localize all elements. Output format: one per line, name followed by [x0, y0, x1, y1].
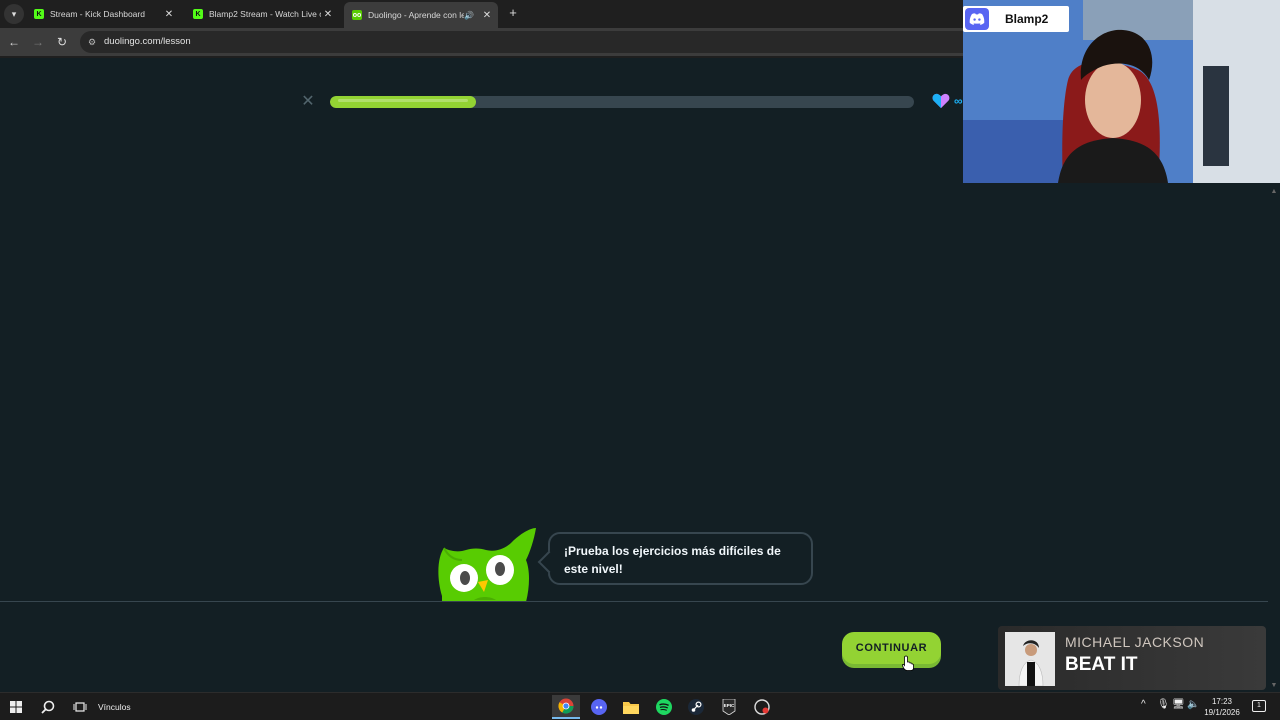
- discord-icon[interactable]: [585, 695, 613, 719]
- spotify-icon[interactable]: [650, 695, 678, 719]
- scroll-down-icon[interactable]: ▼: [1270, 682, 1278, 690]
- chevron-up-icon[interactable]: ^: [1141, 699, 1146, 710]
- heart-icon: [932, 93, 950, 109]
- hand-cursor-icon: [902, 655, 914, 671]
- progress-fill: [330, 96, 476, 108]
- new-tab-button[interactable]: +: [505, 5, 521, 21]
- reload-icon[interactable]: ↻: [54, 34, 70, 50]
- close-icon[interactable]: ✕: [162, 9, 176, 20]
- chrome-icon[interactable]: [552, 695, 580, 719]
- svg-text:EPIC: EPIC: [724, 703, 735, 708]
- lesson-progress-bar: [330, 96, 914, 108]
- duo-owl-icon: [438, 528, 536, 602]
- microphone-icon[interactable]: 🎙: [1157, 699, 1170, 710]
- duolingo-icon: oo: [352, 10, 362, 20]
- kick-icon: K: [193, 9, 203, 19]
- track-title: BEAT IT: [1065, 654, 1138, 675]
- taskbar: Vínculos EPIC ^ 🎙 🖥 🔈 17:23 19/1/2026 1: [0, 692, 1280, 720]
- tab-duolingo[interactable]: oo Duolingo - Aprende con lecciones 🔊 ✕: [344, 2, 498, 28]
- album-art: [1005, 632, 1055, 686]
- kick-icon: K: [34, 9, 44, 19]
- track-artist: MICHAEL JACKSON: [1065, 634, 1205, 650]
- tab-search-icon[interactable]: ▾: [4, 4, 24, 24]
- back-arrow-icon[interactable]: ←: [6, 34, 22, 50]
- epic-games-icon[interactable]: EPIC: [715, 695, 743, 719]
- tab-kick-dashboard[interactable]: K Stream - Kick Dashboard ✕: [26, 2, 180, 26]
- clock-time: 17:23: [1211, 697, 1233, 706]
- task-view-icon[interactable]: [69, 697, 91, 717]
- url-text: duolingo.com/lesson: [104, 36, 191, 47]
- steam-icon[interactable]: [682, 695, 710, 719]
- tab-title: Duolingo - Aprende con lecciones: [368, 10, 465, 20]
- continue-button[interactable]: CONTINUAR: [842, 632, 941, 664]
- tab-title: Stream - Kick Dashboard: [50, 9, 145, 19]
- address-bar[interactable]: ⚙ duolingo.com/lesson: [80, 31, 980, 53]
- clock-date: 19/1/2026: [1204, 708, 1240, 717]
- file-explorer-icon[interactable]: [617, 695, 645, 719]
- scroll-up-icon[interactable]: ▲: [1270, 188, 1278, 196]
- tab-title: Blamp2 Stream - Watch Live on: [209, 9, 321, 19]
- discord-icon: [965, 8, 989, 30]
- close-icon[interactable]: ✕: [321, 9, 335, 20]
- windows-start-icon[interactable]: [5, 697, 27, 717]
- site-info-icon[interactable]: ⚙: [88, 36, 100, 48]
- app-icon[interactable]: [748, 695, 776, 719]
- owl-message: ¡Prueba los ejercicios más difíciles de …: [564, 544, 781, 576]
- network-icon[interactable]: 🖥: [1172, 699, 1185, 710]
- close-icon[interactable]: ✕: [480, 10, 494, 21]
- discord-badge: Blamp2: [963, 6, 1069, 32]
- now-playing-widget: MICHAEL JACKSON BEAT IT: [998, 626, 1266, 690]
- search-icon[interactable]: [37, 697, 59, 717]
- close-lesson-icon[interactable]: ✕: [300, 94, 316, 110]
- speaker-icon[interactable]: 🔊: [464, 11, 474, 20]
- footer-divider: [0, 601, 1268, 602]
- hearts-count: ∞: [954, 94, 963, 108]
- forward-arrow-icon[interactable]: →: [30, 34, 46, 50]
- speech-bubble: ¡Prueba los ejercicios más difíciles de …: [548, 532, 813, 585]
- tab-blamp2-stream[interactable]: K Blamp2 Stream - Watch Live on ✕: [185, 2, 339, 26]
- clock[interactable]: 17:23 19/1/2026: [1198, 696, 1246, 718]
- notifications-icon[interactable]: 1: [1252, 700, 1266, 712]
- discord-username: Blamp2: [1005, 12, 1049, 26]
- links-toolbar-label[interactable]: Vínculos: [98, 702, 131, 712]
